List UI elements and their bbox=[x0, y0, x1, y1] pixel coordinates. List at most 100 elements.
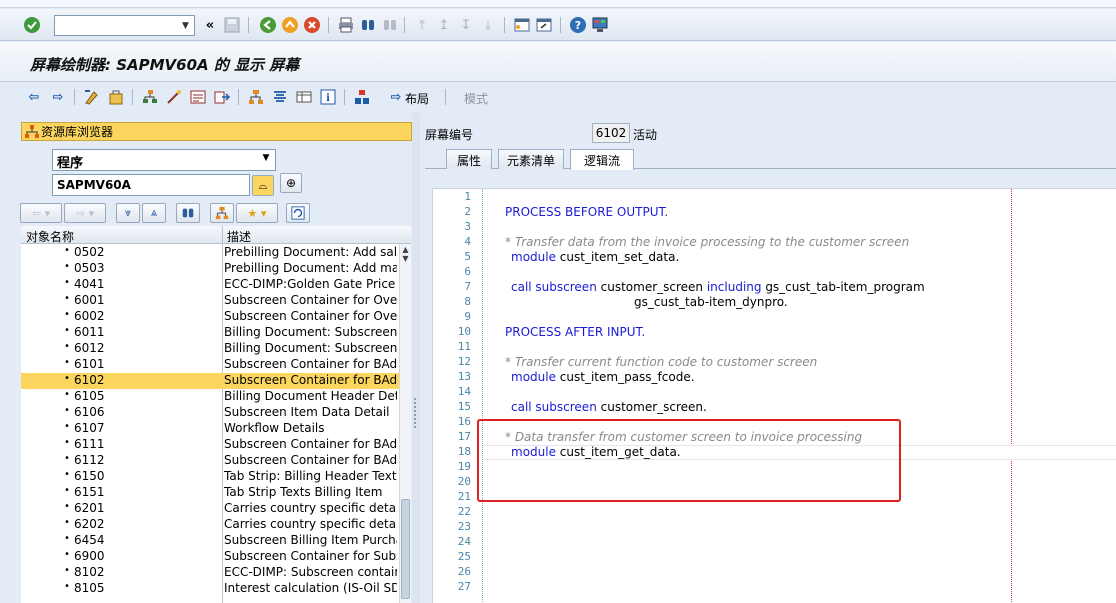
tree-row[interactable]: • 6150 Tab Strip: Billing Header Texts bbox=[21, 469, 399, 485]
tree-row-description: Tab Strip Texts Billing Item bbox=[224, 485, 383, 499]
find-next-icon[interactable] bbox=[380, 15, 400, 35]
line-number: 24 bbox=[457, 535, 471, 548]
refresh-icon[interactable] bbox=[286, 203, 310, 223]
tree-row[interactable]: • 6151 Tab Strip Texts Billing Item bbox=[21, 485, 399, 501]
tree-row[interactable]: • 6012 Billing Document: Subscreen, G bbox=[21, 341, 399, 357]
tree-row[interactable]: • 6001 Subscreen Container for Overvi bbox=[21, 293, 399, 309]
scroll-thumb[interactable] bbox=[401, 499, 410, 599]
tree-row[interactable]: • 8102 ECC-DIMP: Subscreen container bbox=[21, 565, 399, 581]
code-line-8: gs_cust_tab-item_dynpro. bbox=[634, 295, 788, 309]
tree-row[interactable]: • 6202 Carries country specific detail sc bbox=[21, 517, 399, 533]
chevron-down-icon[interactable]: ▼ bbox=[259, 153, 273, 163]
menu-bar bbox=[0, 0, 1116, 8]
shortcut-icon[interactable] bbox=[534, 15, 554, 35]
tree-row[interactable]: • 8105 Interest calculation (IS-Oil SDP bbox=[21, 581, 399, 597]
display-object-button[interactable]: ⌓ bbox=[252, 175, 274, 196]
tree-row[interactable]: • 6102 Subscreen Container for BAdI L bbox=[21, 373, 399, 389]
enter-icon[interactable] bbox=[22, 15, 42, 35]
repository-browser-header[interactable]: 资源库浏览器 bbox=[21, 122, 412, 141]
customize-layout-icon[interactable] bbox=[590, 15, 610, 35]
tree-row[interactable]: • 6112 Subscreen Container for BAdI L bbox=[21, 453, 399, 469]
print-icon[interactable] bbox=[336, 15, 356, 35]
svg-text:?: ? bbox=[575, 19, 581, 32]
forward-arrow-icon[interactable]: ⇨ bbox=[48, 87, 68, 107]
expand-all-icon[interactable]: ⩔ bbox=[116, 203, 140, 223]
line-number: 2 bbox=[464, 205, 471, 218]
tree-row-description: Subscreen Container for BAdI L bbox=[224, 437, 397, 451]
display-object-list-button[interactable]: ⊕ bbox=[280, 173, 302, 193]
tree-row[interactable]: • 6105 Billing Document Header Detail bbox=[21, 389, 399, 405]
tree-row[interactable]: • 0502 Prebilling Document: Add sales bbox=[21, 245, 399, 261]
bullet-icon: • bbox=[64, 517, 70, 528]
screen-number-label: 屏幕编号 bbox=[425, 128, 474, 142]
tree-row[interactable]: • 4041 ECC-DIMP:Golden Gate Price Pr bbox=[21, 277, 399, 293]
first-page-icon[interactable]: ⤒ bbox=[412, 15, 432, 35]
bullet-icon: • bbox=[64, 421, 70, 432]
layout-editor-icon[interactable] bbox=[188, 87, 208, 107]
tree-row[interactable]: • 6101 Subscreen Container for BAdI L bbox=[21, 357, 399, 373]
collapse-all-icon[interactable]: ⩓ bbox=[142, 203, 166, 223]
column-header-name[interactable]: 对象名称 bbox=[26, 228, 74, 245]
find-icon[interactable] bbox=[358, 15, 378, 35]
tree-row[interactable]: • 6107 Workflow Details bbox=[21, 421, 399, 437]
hierarchy-icon[interactable] bbox=[246, 87, 266, 107]
column-header-description[interactable]: 描述 bbox=[227, 228, 251, 245]
magic-wand-icon[interactable] bbox=[164, 87, 184, 107]
tree-row-name: 6102 bbox=[74, 373, 105, 387]
collapse-icon[interactable]: « bbox=[200, 15, 220, 35]
command-field[interactable]: ▼ bbox=[54, 15, 195, 36]
new-session-icon[interactable] bbox=[512, 15, 532, 35]
active-inactive-icon[interactable] bbox=[106, 87, 126, 107]
scroll-down-icon[interactable]: ▼ bbox=[400, 254, 411, 266]
back-arrow-icon[interactable]: ⇦ bbox=[24, 87, 44, 107]
tab-flow-logic[interactable]: 逻辑流 bbox=[570, 149, 634, 170]
code-line-7: call subscreen customer_screen including… bbox=[511, 280, 925, 294]
object-name-input[interactable]: SAPMV60A bbox=[52, 174, 250, 196]
tree-row[interactable]: • 0503 Prebilling Document: Add manu bbox=[21, 261, 399, 277]
display-change-icon[interactable] bbox=[82, 87, 102, 107]
next-page-icon[interactable]: ↧ bbox=[456, 15, 476, 35]
next-object-button[interactable]: ⇨ ▾ bbox=[64, 203, 106, 223]
tree-row[interactable]: • 6111 Subscreen Container for BAdI L bbox=[21, 437, 399, 453]
previous-page-icon[interactable]: ↥ bbox=[434, 15, 454, 35]
back-icon[interactable] bbox=[258, 15, 278, 35]
layout-arrow-icon[interactable]: ⇨ bbox=[386, 87, 406, 107]
panel-splitter[interactable] bbox=[412, 113, 420, 603]
object-type-select[interactable]: 程序 ▼ bbox=[52, 149, 276, 171]
find-icon[interactable] bbox=[176, 203, 200, 223]
tree-scrollbar[interactable]: ▲ ▼ bbox=[399, 244, 411, 603]
tree-row[interactable]: • 6106 Subscreen Item Data Detail bbox=[21, 405, 399, 421]
tree-row[interactable]: • 6900 Subscreen Container for Subscr bbox=[21, 549, 399, 565]
tree-row-description: ECC-DIMP:Golden Gate Price Pr bbox=[224, 277, 397, 291]
mode-button[interactable]: 模式 bbox=[464, 90, 488, 107]
tree-row[interactable]: • 6454 Subscreen Billing Item Purchasir bbox=[21, 533, 399, 549]
favorites-icon[interactable]: ★ ▾ bbox=[236, 203, 278, 223]
tree-row-description: Billing Document Header Detail bbox=[224, 389, 397, 403]
line-number: 4 bbox=[464, 235, 471, 248]
tree-row[interactable]: • 6002 Subscreen Container for Overvi bbox=[21, 309, 399, 325]
structure-icon[interactable] bbox=[352, 87, 372, 107]
where-used-icon[interactable] bbox=[140, 87, 160, 107]
element-list-icon[interactable] bbox=[270, 87, 290, 107]
tree-row[interactable]: • 6011 Billing Document: Subscreen, G bbox=[21, 325, 399, 341]
chevron-down-icon[interactable]: ▼ bbox=[178, 17, 193, 34]
tab-element-list[interactable]: 元素清单 bbox=[498, 149, 564, 169]
fields-icon[interactable] bbox=[294, 87, 314, 107]
previous-object-button[interactable]: ⇦ ▾ bbox=[20, 203, 62, 223]
tab-attributes[interactable]: 属性 bbox=[446, 149, 492, 169]
tree-row[interactable]: • 6201 Carries country specific detail sc bbox=[21, 501, 399, 517]
flow-logic-editor[interactable]: 1 2 3 4 5 6 7 8 9 10 11 12 13 14 15 16 17 18 19 20 21 22 23 24 2… bbox=[432, 188, 1116, 603]
cancel-icon[interactable] bbox=[302, 15, 322, 35]
bullet-icon: • bbox=[64, 453, 70, 464]
last-page-icon[interactable]: ⤓ bbox=[478, 15, 498, 35]
screen-number-field[interactable]: 6102 bbox=[592, 123, 630, 143]
info-icon[interactable]: i bbox=[318, 87, 338, 107]
help-icon[interactable]: ? bbox=[568, 15, 588, 35]
save-icon[interactable] bbox=[222, 15, 242, 35]
export-icon[interactable] bbox=[212, 87, 232, 107]
svg-text:i: i bbox=[326, 93, 330, 104]
exit-icon[interactable] bbox=[280, 15, 300, 35]
layout-button[interactable]: 布局 bbox=[405, 90, 429, 107]
bullet-icon: • bbox=[64, 565, 70, 576]
add-to-worklist-icon[interactable] bbox=[210, 203, 234, 223]
